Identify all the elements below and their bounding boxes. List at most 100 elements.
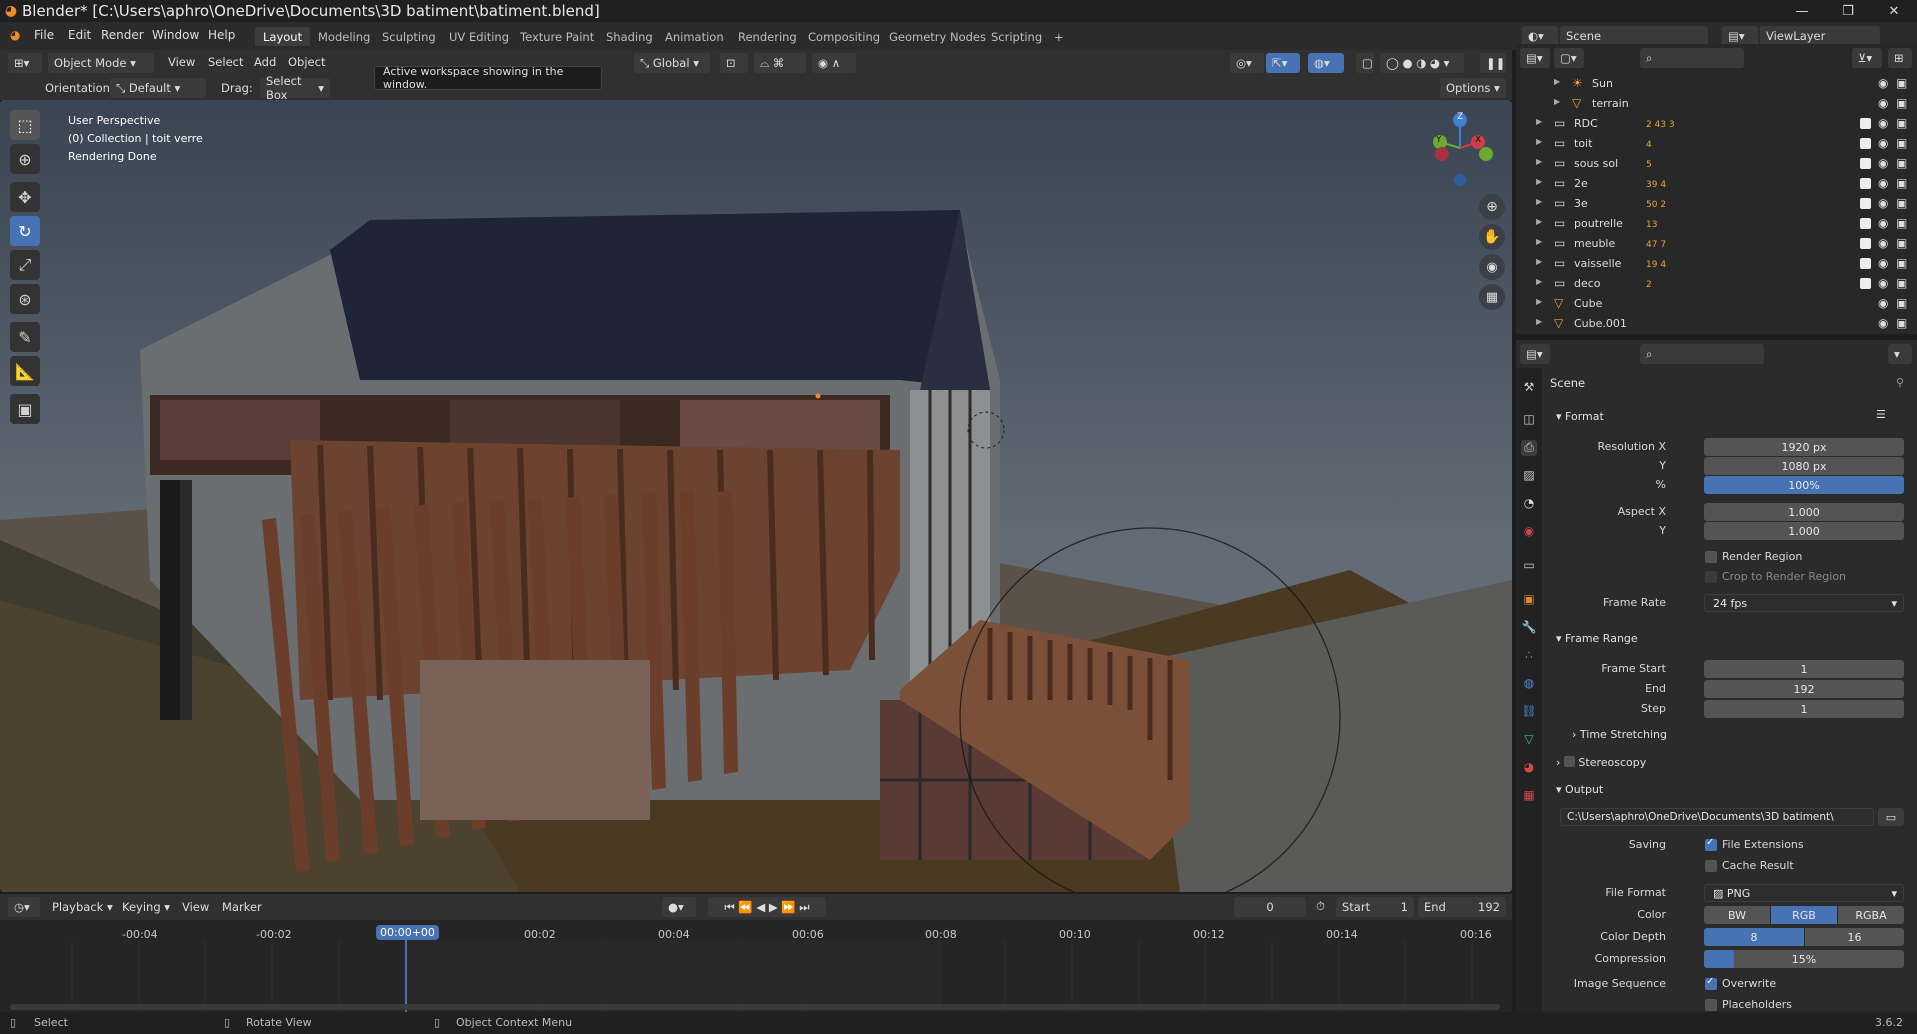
menu-marker[interactable]: Marker [222, 900, 262, 914]
outliner-item[interactable]: ▶ ▽ Cube.001 ◉ ▣ [1516, 314, 1917, 334]
menu-select[interactable]: Select [208, 55, 243, 69]
visibility-eye-icon[interactable]: ◉ [1878, 236, 1888, 250]
exclude-checkbox[interactable] [1860, 218, 1871, 229]
visibility-eye-icon[interactable]: ◉ [1878, 176, 1888, 190]
menu-file[interactable]: File [34, 28, 54, 42]
outliner-item[interactable]: ▶ ▭ vaisselle 19 4 ◉ ▣ [1516, 254, 1917, 274]
transform-icon[interactable]: ⊛ [10, 284, 40, 314]
display-mode-icon[interactable]: ▢▾ [1554, 48, 1584, 68]
format-section-header[interactable]: ▾ Format [1556, 410, 1604, 423]
expand-arrow-icon[interactable]: ▶ [1536, 297, 1542, 306]
render-camera-icon[interactable]: ▣ [1896, 196, 1907, 210]
material-tab-icon[interactable]: ◕ [1521, 760, 1537, 776]
render-tab-icon[interactable]: ◫ [1521, 412, 1537, 428]
timeline-track[interactable] [0, 920, 1512, 1012]
playback-controls[interactable]: ⏮ ⏪ ◀ ▶ ⏩ ⏭ [708, 897, 826, 917]
world-tab-icon[interactable]: ◉ [1521, 524, 1537, 540]
scene-tab-icon[interactable]: ◔ [1521, 496, 1537, 512]
expand-arrow-icon[interactable]: ▶ [1554, 77, 1560, 86]
render-camera-icon[interactable]: ▣ [1896, 156, 1907, 170]
3d-viewport[interactable]: User Perspective (0) Collection | toit v… [0, 100, 1512, 892]
frame-step-field[interactable]: 1 [1704, 700, 1904, 718]
presets-icon[interactable]: ☰ [1876, 408, 1886, 421]
compression-slider[interactable]: 15% [1704, 950, 1904, 968]
outliner-item[interactable]: ▶ ▽ terrain ◉ ▣ [1516, 94, 1917, 114]
outliner-item[interactable]: ▶ ▽ Cube ◉ ▣ [1516, 294, 1917, 314]
exclude-checkbox[interactable] [1860, 258, 1871, 269]
render-camera-icon[interactable]: ▣ [1896, 316, 1907, 330]
outliner-item[interactable]: ▶ ▭ meuble 47 7 ◉ ▣ [1516, 234, 1917, 254]
pause-render-icon[interactable]: ❚❚ [1480, 53, 1506, 73]
stereoscopy-checkbox[interactable] [1563, 756, 1575, 767]
frame-range-section-header[interactable]: ▾ Frame Range [1556, 632, 1638, 645]
resolution-y-field[interactable]: 1080 px [1704, 457, 1904, 475]
exclude-checkbox[interactable] [1860, 198, 1871, 209]
transform-orientation[interactable]: ⤡ Global ▾ [634, 53, 710, 73]
file-format-dropdown[interactable]: ▨ PNG ▾ [1704, 884, 1904, 902]
visibility-eye-icon[interactable]: ◉ [1878, 216, 1888, 230]
playhead-label[interactable]: 00:00+00 [376, 925, 439, 940]
visibility-eye-icon[interactable]: ◉ [1878, 116, 1888, 130]
menu-help[interactable]: Help [208, 28, 235, 42]
particles-tab-icon[interactable]: ∴ [1521, 648, 1537, 664]
timeline-editor-icon[interactable]: ◷▾ [8, 897, 40, 917]
frame-start-field[interactable]: 1 [1704, 660, 1904, 678]
tab-rendering[interactable]: Rendering [730, 27, 805, 46]
properties-search-input[interactable]: ⌕ [1640, 344, 1764, 364]
outliner-item[interactable]: ▶ ▭ poutrelle 13 ◉ ▣ [1516, 214, 1917, 234]
tab-shading[interactable]: Shading [598, 27, 661, 46]
options-button[interactable]: Options ▾ [1440, 78, 1506, 98]
outliner-item[interactable]: ▶ ▭ sous sol 5 ◉ ▣ [1516, 154, 1917, 174]
render-camera-icon[interactable]: ▣ [1896, 116, 1907, 130]
expand-arrow-icon[interactable]: ▶ [1536, 137, 1542, 146]
render-camera-icon[interactable]: ▣ [1896, 216, 1907, 230]
menu-timeline-view[interactable]: View [182, 900, 209, 914]
select-box-icon[interactable]: ⬚ [10, 110, 40, 140]
properties-options-icon[interactable]: ▾ [1888, 344, 1912, 364]
output-path-field[interactable]: C:\Users\aphro\OneDrive\Documents\3D bat… [1560, 808, 1874, 826]
cursor-icon[interactable]: ⊕ [10, 144, 40, 174]
tab-modeling[interactable]: Modeling [310, 27, 378, 46]
overlay-toggle-icon[interactable]: ◍▾ [1308, 53, 1344, 73]
close-button[interactable]: ✕ [1871, 0, 1917, 22]
menu-window[interactable]: Window [152, 28, 199, 42]
visibility-eye-icon[interactable]: ◉ [1878, 276, 1888, 290]
render-camera-icon[interactable]: ▣ [1896, 96, 1907, 110]
exclude-checkbox[interactable] [1860, 158, 1871, 169]
depth-16-button[interactable]: 16 [1805, 928, 1904, 946]
render-camera-icon[interactable]: ▣ [1896, 256, 1907, 270]
render-camera-icon[interactable]: ▣ [1896, 236, 1907, 250]
current-frame-field[interactable]: 0 [1234, 897, 1306, 917]
expand-arrow-icon[interactable]: ▶ [1536, 237, 1542, 246]
render-camera-icon[interactable]: ▣ [1896, 176, 1907, 190]
filter-icon[interactable]: ⊻▾ [1852, 48, 1882, 68]
record-icon[interactable]: ●▾ [662, 897, 696, 917]
resolution-percentage-field[interactable]: 100% [1704, 476, 1904, 494]
color-rgba-button[interactable]: RGBA [1838, 906, 1904, 924]
expand-arrow-icon[interactable]: ▶ [1536, 117, 1542, 126]
view-layer-selector[interactable]: ViewLayer [1760, 26, 1880, 46]
visibility-eye-icon[interactable]: ◉ [1878, 96, 1888, 110]
xray-icon[interactable]: ▢ [1356, 53, 1374, 73]
properties-editor-icon[interactable]: ▤▾ [1520, 344, 1550, 364]
expand-arrow-icon[interactable]: ▶ [1536, 197, 1542, 206]
tool-tab-icon[interactable]: ⚒ [1521, 380, 1537, 396]
stereoscopy-section-header[interactable]: › Stereoscopy [1556, 756, 1646, 769]
visibility-eye-icon[interactable]: ◉ [1878, 296, 1888, 310]
visibility-icon[interactable]: ◎▾ [1230, 53, 1264, 73]
ortho-grid-icon[interactable]: ▦ [1479, 284, 1505, 310]
exclude-checkbox[interactable] [1860, 138, 1871, 149]
mode-selector[interactable]: Object Mode ▾ [48, 53, 154, 73]
file-extensions-checkbox[interactable] [1705, 837, 1717, 851]
menu-keying[interactable]: Keying ▾ [122, 900, 170, 914]
outliner-item[interactable]: ▶ ▭ RDC 2 43 3 ◉ ▣ [1516, 114, 1917, 134]
minimize-button[interactable]: — [1779, 0, 1825, 22]
outliner-item[interactable]: ▶ ▭ 3e 50 2 ◉ ▣ [1516, 194, 1917, 214]
new-collection-icon[interactable]: ⊞ [1888, 48, 1912, 68]
tab-geometry-nodes[interactable]: Geometry Nodes [881, 27, 994, 46]
constraints-tab-icon[interactable]: ⛓ [1521, 704, 1537, 720]
expand-arrow-icon[interactable]: ▶ [1536, 217, 1542, 226]
outliner-search-input[interactable]: ⌕ [1640, 48, 1744, 68]
collection-tab-icon[interactable]: ▭ [1521, 558, 1537, 574]
expand-arrow-icon[interactable]: ▶ [1554, 97, 1560, 106]
